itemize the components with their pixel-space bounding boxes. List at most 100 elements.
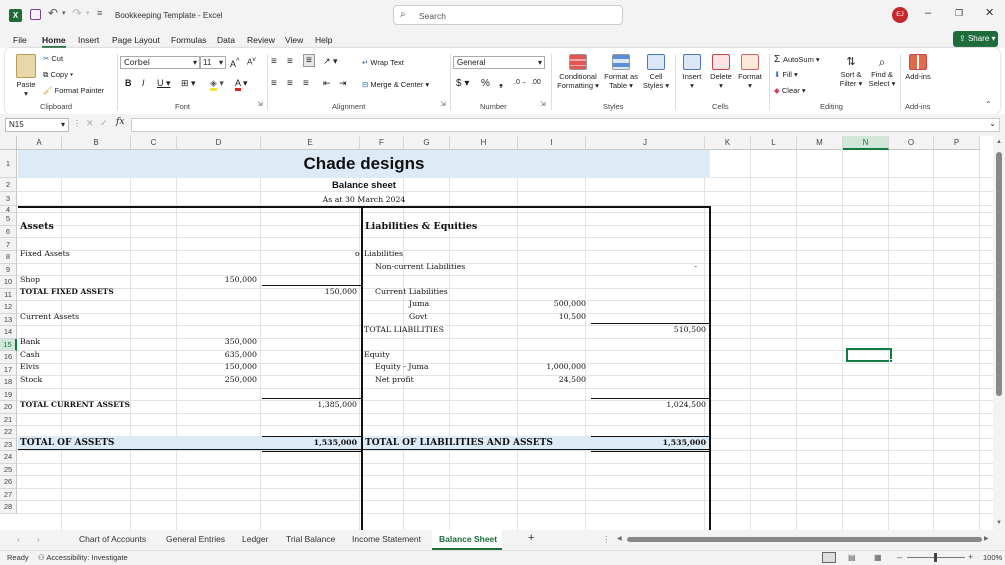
percent-icon[interactable]: % [481, 78, 490, 89]
menu-file[interactable]: File [13, 35, 27, 45]
share-button[interactable]: ⇪ Share ▾ [953, 31, 998, 47]
tab-income-statement[interactable]: Income Statement [352, 534, 421, 544]
bold-icon[interactable]: B [125, 78, 132, 88]
fill-color-icon[interactable]: ◈ ▾ [210, 78, 224, 91]
horizontal-scroll-thumb[interactable] [627, 537, 982, 542]
format-painter-button[interactable]: 🖌 Format Painter [43, 86, 104, 95]
vertical-scrollbar[interactable]: ▲ ▼ [993, 136, 1005, 530]
merge-center-button[interactable]: ⊟ Merge & Center ▾ [362, 80, 429, 89]
row-header-26[interactable]: 26 [0, 476, 17, 489]
underline-icon[interactable]: U ▾ [157, 78, 171, 89]
column-header-i[interactable]: I [518, 136, 586, 150]
align-bottom-icon[interactable]: ≡ [303, 54, 315, 67]
menu-insert[interactable]: Insert [78, 35, 99, 45]
decrease-indent-icon[interactable]: ⇤ [323, 78, 331, 89]
name-box[interactable]: N15 ▾ [5, 118, 69, 132]
sort-filter-button[interactable]: ⇅ Sort & Filter ▾ [837, 54, 865, 88]
column-header-f[interactable]: F [360, 136, 404, 150]
row-header-1[interactable]: 1 [0, 150, 17, 178]
column-header-b[interactable]: B [62, 136, 131, 150]
row-header-17[interactable]: 17 [0, 363, 17, 376]
menu-data[interactable]: Data [217, 35, 235, 45]
column-header-l[interactable]: L [751, 136, 797, 150]
cell-styles-button[interactable]: Cell Styles ▾ [641, 54, 671, 90]
vertical-scroll-thumb[interactable] [996, 152, 1002, 396]
increase-indent-icon[interactable]: ⇥ [339, 78, 347, 89]
row-header-7[interactable]: 7 [0, 238, 17, 251]
save-icon[interactable] [30, 9, 41, 20]
collapse-ribbon-icon[interactable]: ⌃ [985, 100, 992, 109]
tab-options-icon[interactable]: ⋮ [602, 534, 611, 545]
tab-ledger[interactable]: Ledger [242, 534, 268, 544]
align-left-icon[interactable]: ≡ [271, 78, 277, 89]
row-header-22[interactable]: 22 [0, 426, 17, 439]
row-header-19[interactable]: 19 [0, 388, 17, 401]
scroll-up-icon[interactable]: ▲ [996, 139, 1002, 145]
row-header-6[interactable]: 6 [0, 225, 17, 238]
delete-cells-button[interactable]: Delete ▾ [707, 54, 735, 90]
worksheet-grid[interactable]: ABCDEFGHIJKLMNOP 1 2 3 4 5 6 7 8 9 10 11 12 13 14 15 16… [0, 136, 993, 530]
tab-general-entries[interactable]: General Entries [166, 534, 225, 544]
decrease-decimal-icon[interactable]: .00 [531, 79, 541, 86]
scroll-right-icon[interactable]: ▶ [984, 535, 989, 542]
undo-icon[interactable]: ↶ [48, 6, 58, 20]
wrap-text-button[interactable]: ↵ Wrap Text [362, 58, 404, 67]
column-header-h[interactable]: H [450, 136, 518, 150]
tab-scroll-left-icon[interactable]: ‹ [17, 534, 20, 544]
row-header-27[interactable]: 27 [0, 488, 17, 501]
zoom-out-icon[interactable]: – [897, 552, 902, 562]
accessibility-status[interactable]: ⚇ Accessibility: Investigate [38, 553, 128, 562]
column-header-p[interactable]: P [934, 136, 980, 150]
currency-icon[interactable]: $ ▾ [456, 78, 469, 89]
column-header-d[interactable]: D [177, 136, 261, 150]
alignment-dialog-launcher-icon[interactable]: ⇲ [440, 100, 446, 108]
comma-icon[interactable]: ❟ [499, 78, 503, 89]
align-middle-icon[interactable]: ≡ [287, 56, 293, 67]
cut-button[interactable]: ✂ Cut [43, 54, 63, 63]
zoom-in-icon[interactable]: + [968, 552, 973, 562]
row-header-8[interactable]: 8 [0, 251, 17, 264]
column-header-n[interactable]: N [843, 136, 889, 150]
row-header-18[interactable]: 18 [0, 376, 17, 389]
menu-formulas[interactable]: Formulas [171, 35, 206, 45]
row-header-4[interactable]: 4 [0, 206, 17, 213]
menu-home[interactable]: Home [42, 35, 66, 45]
cancel-formula-icon[interactable]: ✕ [86, 118, 94, 129]
row-header-13[interactable]: 13 [0, 313, 17, 326]
row-header-21[interactable]: 21 [0, 413, 17, 426]
fill-handle[interactable] [889, 359, 893, 363]
decrease-font-icon[interactable]: Av [247, 56, 256, 67]
row-header-2[interactable]: 2 [0, 178, 17, 192]
insert-cells-button[interactable]: Insert ▾ [679, 54, 705, 90]
number-format-select[interactable]: General ▾ [453, 56, 545, 69]
column-header-m[interactable]: M [797, 136, 843, 150]
row-header-9[interactable]: 9 [0, 263, 17, 276]
user-avatar[interactable]: EJ [892, 7, 908, 23]
tab-chart-of-accounts[interactable]: Chart of Accounts [79, 534, 146, 544]
addins-button[interactable]: Add-ins [903, 54, 933, 81]
row-header-24[interactable]: 24 [0, 451, 17, 464]
redo-dropdown-icon[interactable]: ▾ [86, 9, 90, 17]
row-header-20[interactable]: 20 [0, 401, 17, 414]
menu-view[interactable]: View [285, 35, 303, 45]
row-header-28[interactable]: 28 [0, 501, 17, 514]
row-header-23[interactable]: 23 [0, 438, 17, 451]
copy-button[interactable]: ⧉ Copy ▾ [43, 70, 73, 80]
customize-qat-icon[interactable]: ≡ [97, 8, 102, 18]
redo-icon[interactable]: ↷ [72, 6, 82, 20]
tab-trial-balance[interactable]: Trial Balance [286, 534, 335, 544]
search-box[interactable]: ⌕ Search [393, 5, 623, 25]
row-header-12[interactable]: 12 [0, 301, 17, 314]
format-cells-button[interactable]: Format ▾ [735, 54, 765, 90]
zoom-level[interactable]: 100% [983, 553, 1002, 562]
page-break-view-icon[interactable]: ▦ [874, 553, 882, 562]
row-header-25[interactable]: 25 [0, 463, 17, 476]
minimize-icon[interactable]: – [925, 7, 931, 19]
row-header-15[interactable]: 15 [0, 338, 17, 351]
undo-dropdown-icon[interactable]: ▾ [62, 9, 66, 17]
close-icon[interactable]: ✕ [985, 6, 994, 19]
restore-icon[interactable]: ❐ [955, 8, 963, 19]
insert-function-icon[interactable]: fx [116, 117, 124, 127]
expand-formula-icon[interactable]: ⌄ [989, 119, 996, 128]
align-center-icon[interactable]: ≡ [287, 78, 293, 89]
